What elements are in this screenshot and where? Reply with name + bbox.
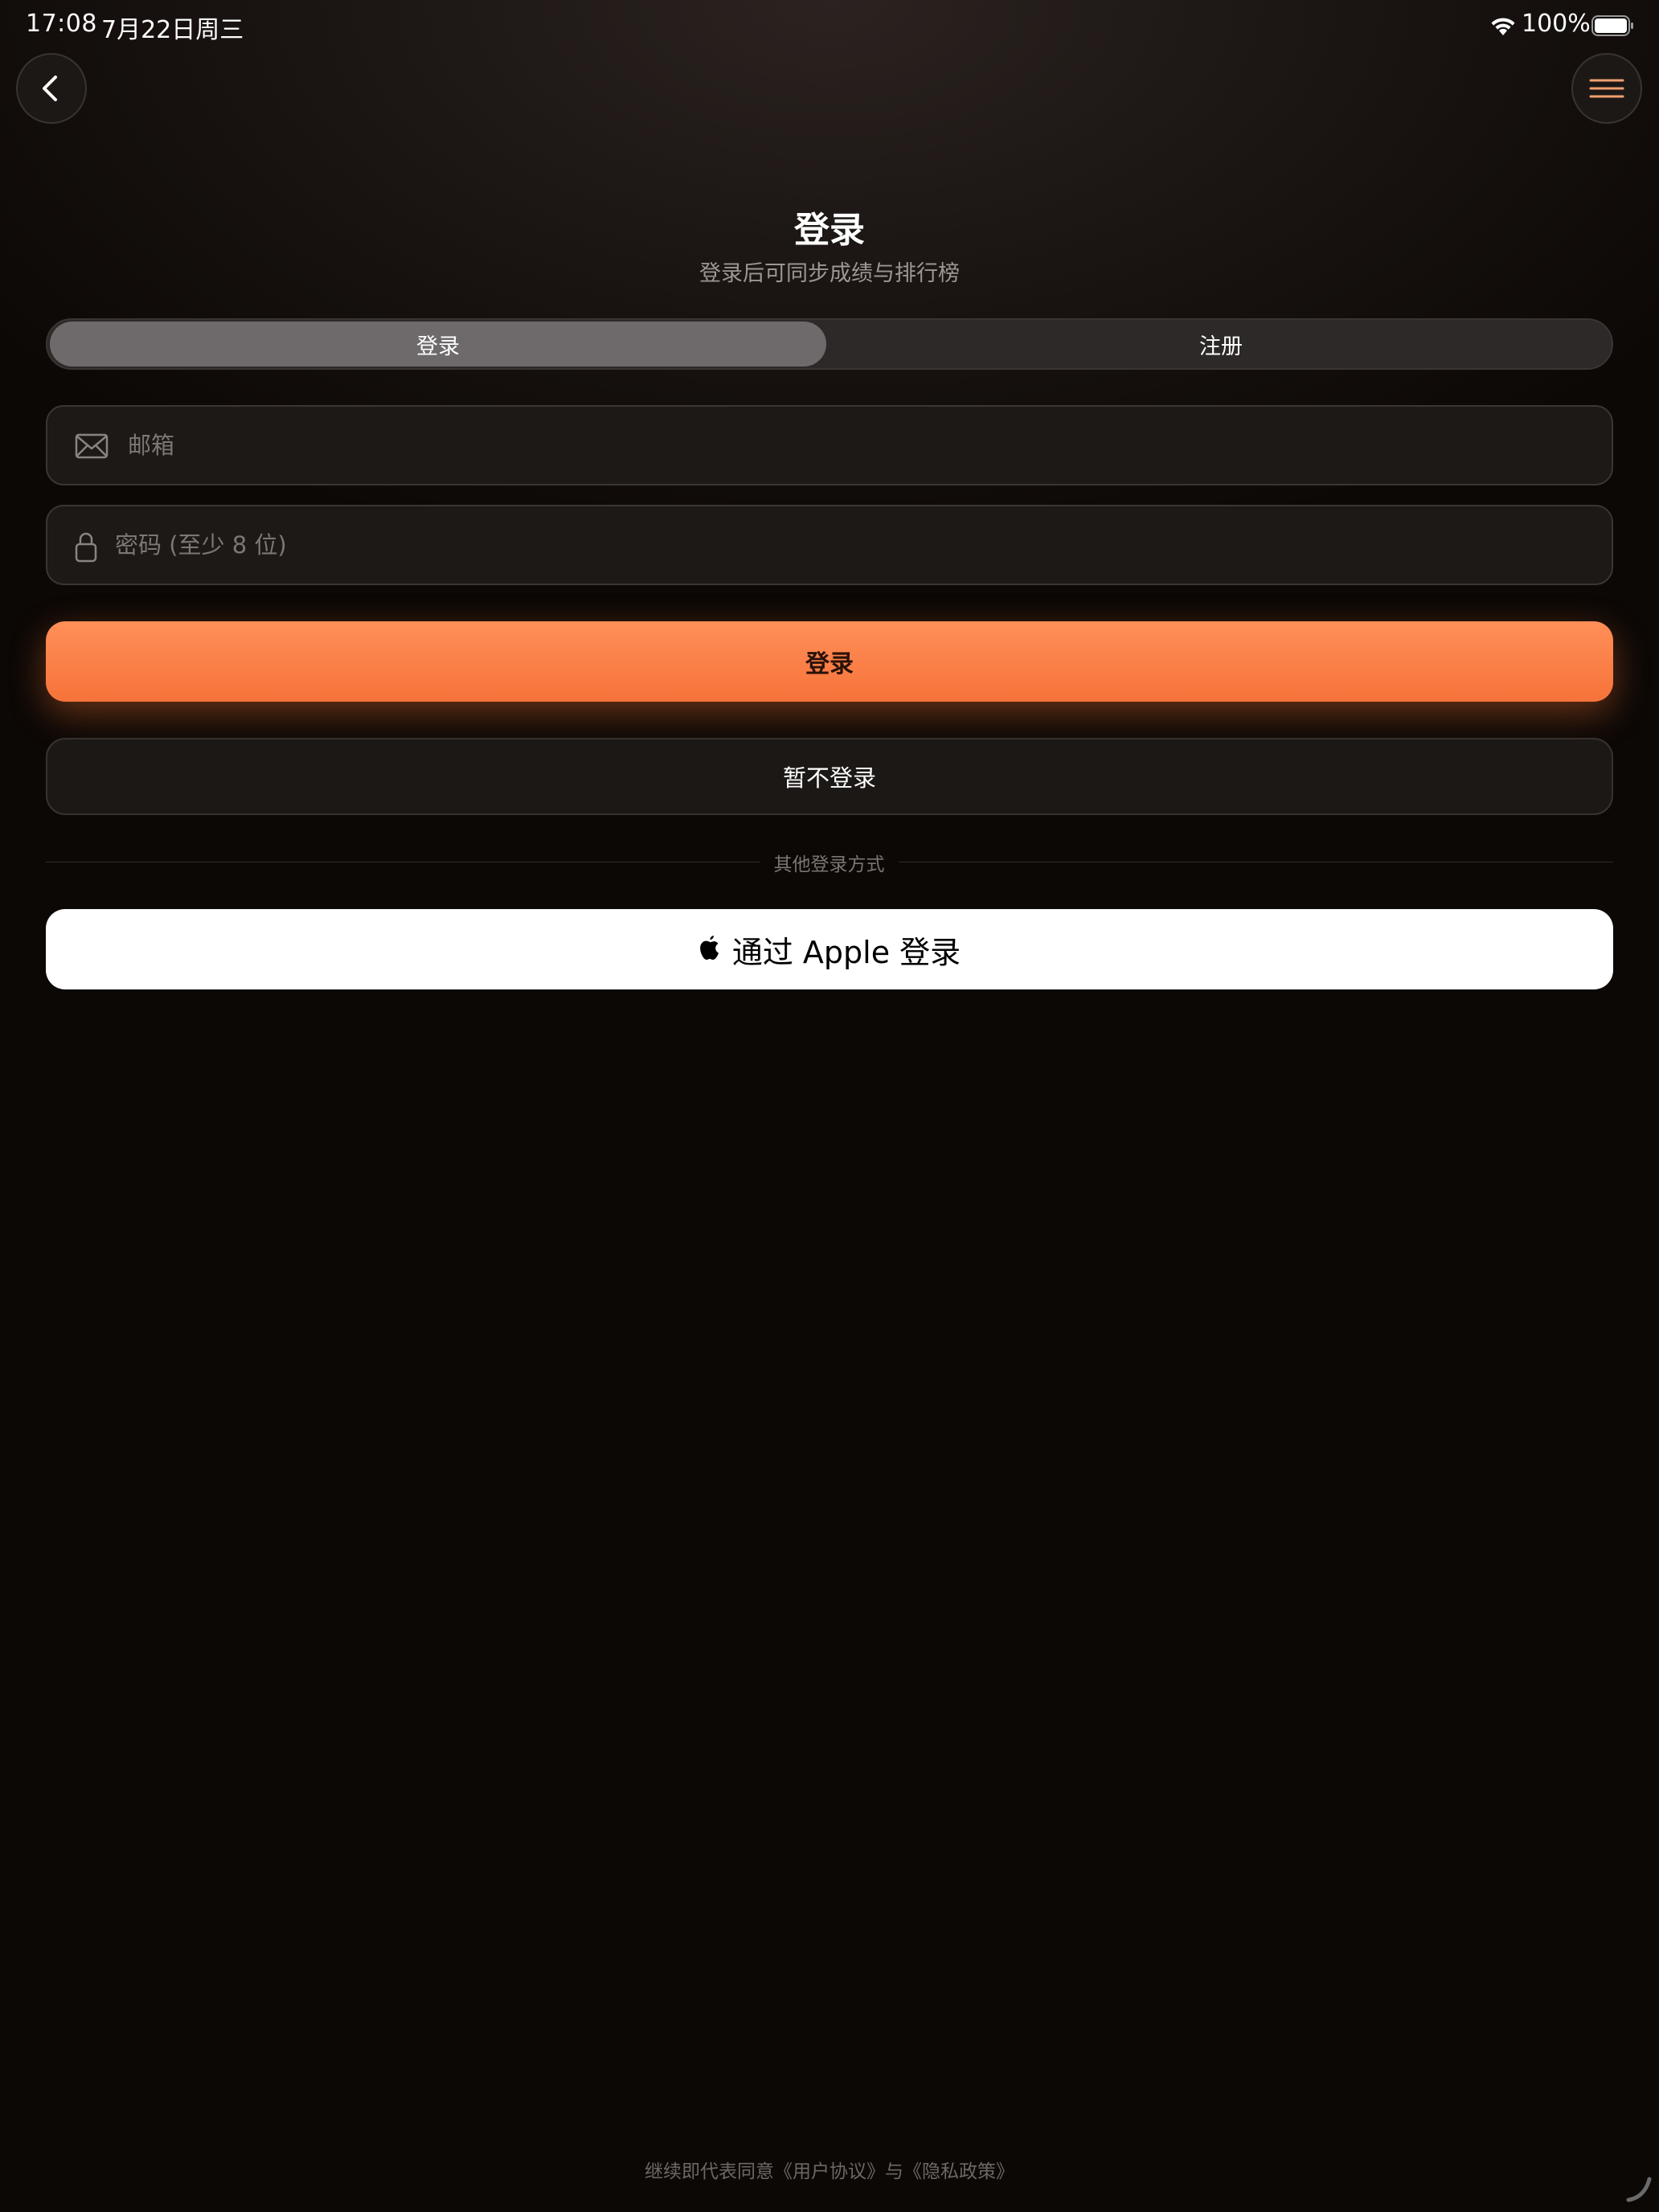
wifi-icon — [1491, 18, 1515, 35]
battery-icon — [1591, 15, 1633, 36]
envelope-icon — [75, 433, 109, 459]
other-login-methods-label: 其他登录方式 — [773, 854, 885, 875]
apple-signin-label: 通过 Apple 登录 — [731, 934, 961, 970]
page-title: 登录 — [794, 210, 865, 251]
login-register-tabs: 登录 注册 — [46, 318, 1613, 370]
battery-percent: 100% — [1522, 10, 1591, 38]
hamburger-menu-icon — [1589, 79, 1624, 98]
chevron-left-icon — [43, 76, 57, 101]
terms-footer: 继续即代表同意《用户协议》与《隐私政策》 — [645, 2161, 1014, 2182]
email-input[interactable] — [128, 407, 1587, 484]
tab-login[interactable]: 登录 — [50, 322, 826, 367]
page-subtitle: 登录后可同步成绩与排行榜 — [699, 261, 960, 286]
apple-signin-button[interactable]: 通过 Apple 登录 — [46, 909, 1613, 989]
password-field[interactable] — [46, 505, 1613, 585]
back-button[interactable] — [16, 53, 87, 124]
menu-button[interactable] — [1571, 53, 1642, 124]
corner-gesture-icon — [1626, 2177, 1652, 2202]
tab-register[interactable]: 注册 — [831, 322, 1611, 367]
email-field[interactable] — [46, 405, 1613, 485]
login-button[interactable]: 登录 — [46, 621, 1613, 702]
status-bar: 17:08 7月22日周三 100% — [0, 0, 1659, 51]
status-time: 17:08 — [26, 10, 97, 38]
status-date: 7月22日周三 — [101, 16, 244, 44]
apple-logo-icon — [699, 936, 719, 960]
password-input[interactable] — [115, 506, 1587, 584]
lock-icon — [75, 532, 97, 563]
skip-login-button[interactable]: 暂不登录 — [46, 738, 1613, 815]
